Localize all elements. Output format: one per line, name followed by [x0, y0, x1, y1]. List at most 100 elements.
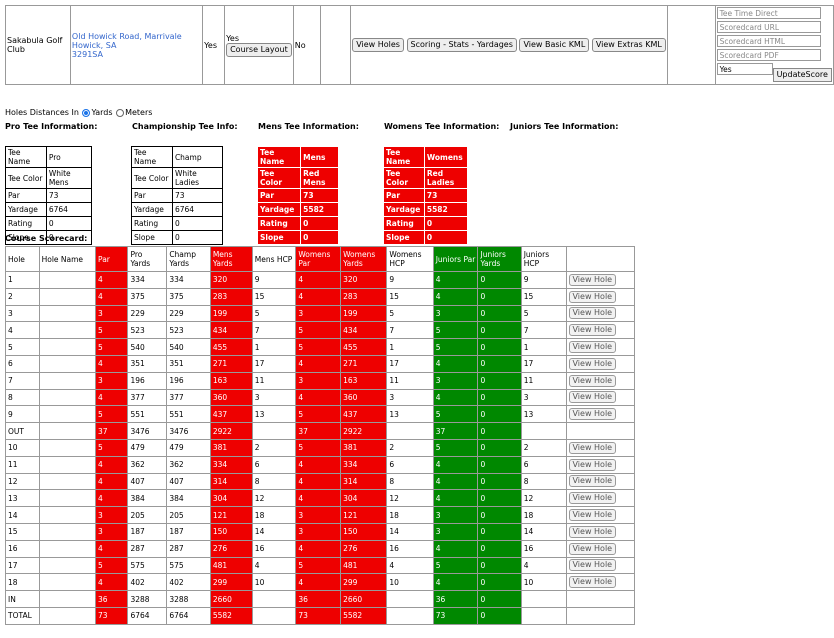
scorecard-cell: 360 — [209, 388, 253, 407]
scorecard-cell: 11 — [5, 455, 40, 474]
tee-field-value: 0 — [423, 216, 469, 231]
tee-time-direct-input[interactable]: Tee Time Direct — [716, 7, 821, 19]
view-hole-button[interactable]: View Hole — [568, 492, 617, 505]
scorecard-cell: 2 — [520, 438, 567, 457]
scorecard-cell: 402 — [166, 573, 211, 592]
view-hole-button[interactable]: View Hole — [568, 509, 617, 522]
tee-field-value: Red Mens — [300, 167, 339, 189]
view-hole-button[interactable]: View Hole — [568, 391, 617, 404]
view-hole-button[interactable]: View Hole — [568, 374, 617, 387]
scorecard-cell: 11 — [386, 371, 434, 390]
view-hole-cell — [565, 590, 635, 608]
scorecard-cell: 6 — [251, 455, 297, 474]
scorecard-cell: 9 — [386, 271, 434, 289]
tee-field-value: Red Ladies — [423, 167, 469, 189]
scorecard-cell: 3 — [432, 304, 479, 323]
scorecard-cell: 8 — [5, 388, 40, 407]
view-holes-button[interactable]: View Holes — [352, 38, 404, 52]
scorecard-cell: 2660 — [209, 590, 253, 608]
table-row: IN 36 3288 3288 2660 36 2660 36 0 — [5, 590, 635, 608]
tee-field-value: White Ladies — [171, 167, 224, 189]
table-row: 1 4 334 334 320 9 4 320 9 4 0 9 View Hole — [5, 271, 635, 289]
scorecard-cell: 73 — [95, 606, 129, 625]
distance-units: Holes Distances In Yards Meters — [5, 108, 152, 117]
scorecard-cell: 15 — [251, 287, 297, 306]
scorecard-cell: 196 — [127, 371, 168, 390]
scorecard-cell: 14 — [5, 506, 40, 524]
tee-field-label: Tee Color — [131, 167, 173, 189]
view-extras-kml-button[interactable]: View Extras KML — [591, 38, 666, 52]
scoring-stats-button[interactable]: Scoring - Stats - Yardages — [406, 38, 517, 52]
champ-tee-heading: Championship Tee Info: — [132, 122, 238, 131]
table-row: 4 5 523 523 434 7 5 434 7 5 0 7 View Hole — [5, 321, 635, 340]
tee-field-label: Rating — [131, 216, 173, 231]
scorecard-cell: 0 — [477, 606, 522, 625]
view-hole-button[interactable]: View Hole — [568, 559, 617, 572]
tee-field-value: 6764 — [171, 202, 224, 217]
tee-field-value: 0 — [423, 230, 469, 245]
scorecard-html-input[interactable]: Scoredcard HTML — [716, 35, 821, 47]
view-hole-button[interactable]: View Hole — [568, 441, 617, 454]
table-row: TOTAL 73 6764 6764 5582 73 5582 73 0 — [5, 606, 635, 625]
scorecard-cell: 10 — [251, 573, 297, 592]
scorecard-cell — [38, 287, 97, 306]
update-score-button[interactable]: UpdateScore — [772, 68, 832, 82]
scorecard-cell: 481 — [209, 556, 253, 575]
view-hole-button[interactable]: View Hole — [568, 458, 617, 471]
scorecard-cell: 377 — [166, 388, 211, 407]
scorecard-cell: 0 — [477, 371, 522, 390]
course-layout-button[interactable]: Course Layout — [226, 42, 292, 57]
view-hole-button[interactable]: View Hole — [568, 475, 617, 488]
table-row: OUT 37 3476 3476 2922 37 2922 37 0 — [5, 422, 635, 440]
scorecard-cell: 299 — [340, 573, 388, 592]
scorecard-pdf-input[interactable]: Scoredcard PDF — [716, 49, 821, 61]
view-hole-button[interactable]: View Hole — [568, 307, 617, 320]
no-cell: No — [292, 5, 321, 85]
view-hole-button[interactable]: View Hole — [568, 525, 617, 538]
address-line-2[interactable]: Howick, SA — [72, 41, 201, 50]
scorecard-cell: 5 — [432, 405, 479, 424]
scorecard-cell — [38, 321, 97, 340]
view-hole-button[interactable]: View Hole — [568, 324, 617, 337]
view-hole-button[interactable]: View Hole — [568, 576, 617, 589]
scorecard-cell: 437 — [209, 405, 253, 424]
yards-radio[interactable] — [82, 108, 91, 117]
scorecard-cell: 4 — [432, 539, 479, 558]
scorecard-cell: 18 — [386, 506, 434, 524]
scorecard-cell: 375 — [127, 287, 168, 306]
view-hole-button[interactable]: View Hole — [568, 542, 617, 555]
scorecard-cell: 5 — [432, 438, 479, 457]
view-hole-button[interactable]: View Hole — [568, 273, 617, 286]
scorecard-cell: 0 — [477, 489, 522, 508]
club-name: Sakabula Golf Club — [5, 5, 71, 85]
scorecard-url-input[interactable]: Scoredcard URL — [716, 21, 821, 33]
view-hole-cell: View Hole — [565, 539, 635, 558]
view-hole-cell: View Hole — [565, 371, 635, 390]
meters-radio[interactable] — [116, 108, 125, 117]
yes-input[interactable]: Yes — [716, 63, 773, 75]
scorecard-cell: 199 — [340, 304, 388, 323]
tee-row: Tee Name Mens — [256, 146, 339, 168]
view-hole-button[interactable]: View Hole — [568, 341, 617, 354]
scorecard-cell: 1 — [520, 338, 567, 356]
address-line-3[interactable]: 3291SA — [72, 50, 201, 59]
view-basic-kml-button[interactable]: View Basic KML — [519, 38, 590, 52]
scorecard-cell: 384 — [166, 489, 211, 508]
view-hole-button[interactable]: View Hole — [568, 408, 617, 421]
view-hole-button[interactable]: View Hole — [568, 290, 617, 303]
distance-label: Holes Distances In — [5, 108, 79, 117]
scorecard-cell: 196 — [166, 371, 211, 390]
yes-cell: Yes — [202, 5, 226, 85]
tee-field-label: Par — [131, 188, 173, 203]
address-line-1[interactable]: Old Howick Road, Marrivale — [72, 32, 201, 41]
url-inputs-cell: Tee Time Direct Scoredcard URL Scoredcar… — [714, 5, 834, 85]
scorecard-cell: 11 — [251, 371, 297, 390]
view-hole-cell: View Hole — [565, 472, 635, 491]
scorecard-cell — [38, 455, 97, 474]
tee-row: Tee Color Red Mens — [256, 167, 339, 189]
scorecard-cell: 334 — [127, 271, 168, 289]
club-address[interactable]: Old Howick Road, Marrivale Howick, SA 32… — [69, 5, 204, 85]
view-hole-button[interactable]: View Hole — [568, 357, 617, 370]
scorecard-cell: 5 — [251, 304, 297, 323]
tee-row: Rating 0 — [5, 216, 93, 231]
